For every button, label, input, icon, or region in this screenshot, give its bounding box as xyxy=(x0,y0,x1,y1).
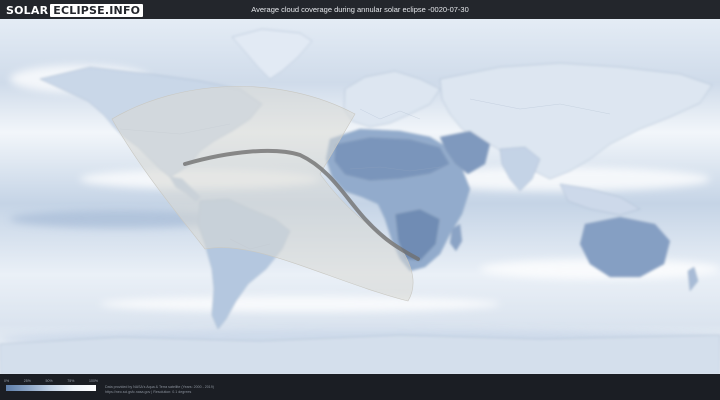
antarctica-land xyxy=(0,334,720,374)
map-title: Average cloud coverage during annular so… xyxy=(251,5,469,14)
legend-tick: 50% xyxy=(45,379,53,383)
footer-bar: 0% 25% 50% 75% 100% Data provided by NAS… xyxy=(0,374,720,400)
legend-tick: 100% xyxy=(89,379,98,383)
header-bar: SOLAR ECLIPSE.INFO Average cloud coverag… xyxy=(0,0,720,19)
cloud-coverage-map xyxy=(0,19,720,374)
data-credits: Data provided by NASA's Aqua & Terra sat… xyxy=(105,385,214,395)
legend-tick: 0% xyxy=(4,379,10,383)
legend-tick: 75% xyxy=(67,379,75,383)
cloud-coverage-color-scale xyxy=(6,385,96,391)
world-map-svg xyxy=(0,19,720,374)
legend-tick: 25% xyxy=(23,379,31,383)
credits-line-2[interactable]: https://neo.sci.gsfc.nasa.gov | Resoluti… xyxy=(105,390,214,395)
legend-ticks: 0% 25% 50% 75% 100% xyxy=(4,379,98,383)
